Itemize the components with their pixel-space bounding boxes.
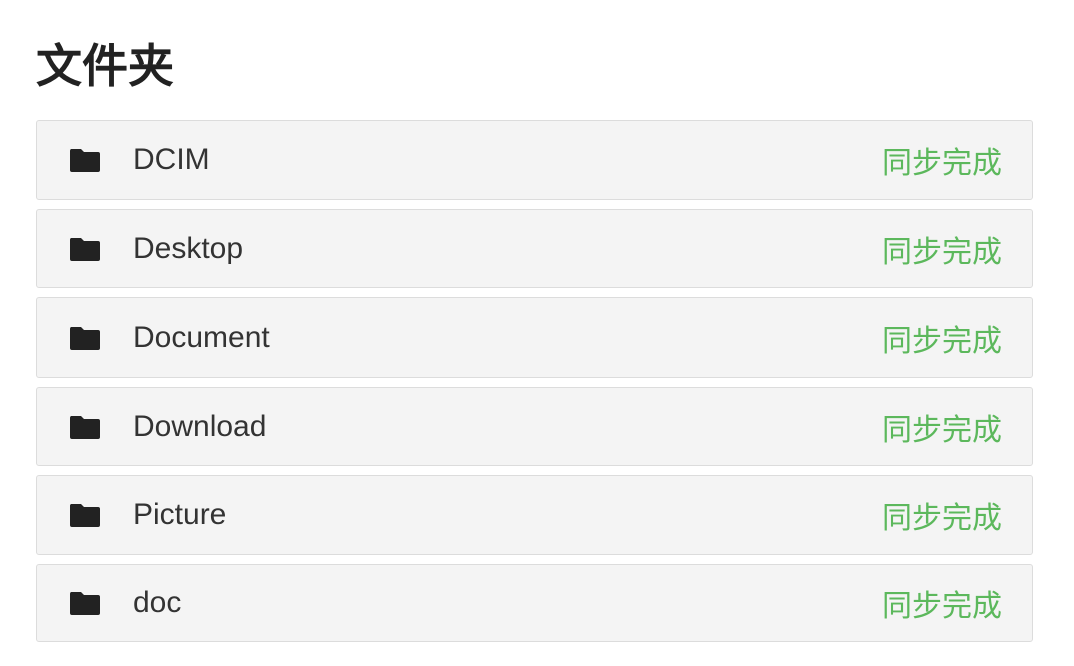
folder-row-dcim[interactable]: DCIM 同步完成 bbox=[36, 120, 1033, 200]
sync-status: 同步完成 bbox=[882, 589, 1002, 624]
folders-page: 文件夹 DCIM 同步完成 Desktop 同步完成 Document 同步完成 bbox=[0, 0, 1074, 666]
folder-icon bbox=[69, 326, 100, 350]
folder-name: doc bbox=[133, 586, 182, 619]
folder-name: Picture bbox=[133, 498, 227, 531]
sync-status: 同步完成 bbox=[882, 323, 1002, 359]
folder-row-document[interactable]: Document 同步完成 bbox=[36, 297, 1033, 378]
folder-row-picture[interactable]: Picture 同步完成 bbox=[36, 475, 1033, 555]
folder-name: Download bbox=[133, 409, 267, 443]
folder-row-doc[interactable]: doc 同步完成 bbox=[36, 564, 1033, 642]
folder-row-desktop[interactable]: Desktop 同步完成 bbox=[36, 209, 1033, 288]
folder-icon bbox=[69, 237, 100, 261]
folder-name: Desktop bbox=[133, 231, 244, 265]
folder-icon bbox=[69, 504, 100, 527]
folder-list: DCIM 同步完成 Desktop 同步完成 Document 同步完成 Dow… bbox=[36, 120, 1033, 651]
folder-icon bbox=[69, 415, 100, 439]
sync-status: 同步完成 bbox=[882, 501, 1002, 536]
folder-row-download[interactable]: Download 同步完成 bbox=[36, 387, 1033, 466]
folder-icon bbox=[69, 592, 100, 615]
folder-name: Document bbox=[133, 320, 270, 354]
folder-name: DCIM bbox=[133, 143, 210, 176]
page-title: 文件夹 bbox=[36, 39, 174, 93]
sync-status: 同步完成 bbox=[882, 412, 1002, 448]
folder-icon bbox=[69, 149, 100, 172]
sync-status: 同步完成 bbox=[882, 146, 1002, 181]
sync-status: 同步完成 bbox=[882, 234, 1002, 270]
